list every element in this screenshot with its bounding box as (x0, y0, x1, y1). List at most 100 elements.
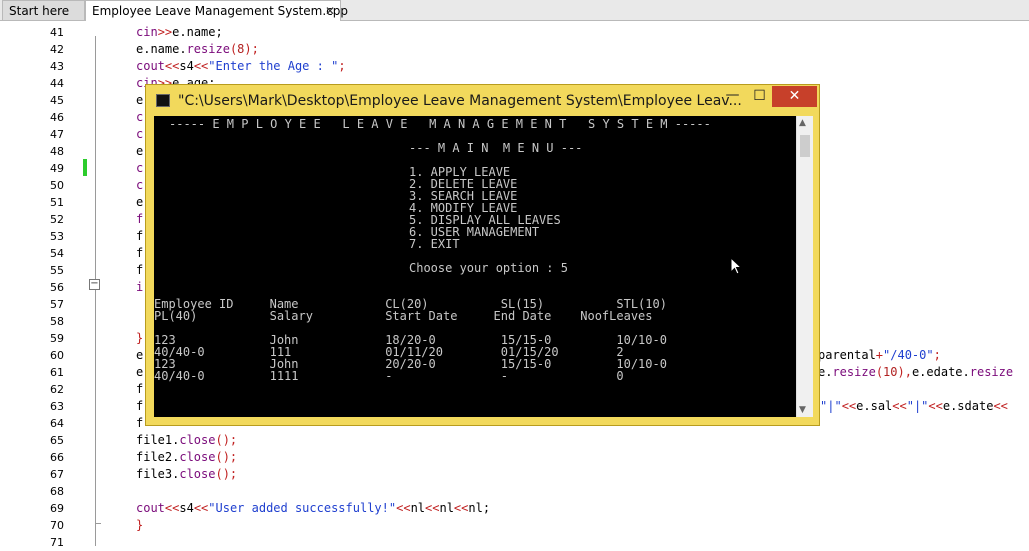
code-line: 41 cin>>e.name; (0, 24, 1029, 41)
code-token: close (179, 433, 216, 447)
code-token: << (892, 399, 907, 413)
code-text: cout<<s4<<"User added successfully!"<<nl… (136, 500, 490, 517)
code-token: f (136, 246, 144, 260)
close-button[interactable]: ✕ (772, 86, 817, 107)
close-tab-icon[interactable]: ✕ (325, 1, 335, 21)
code-token: f (136, 229, 144, 243)
scroll-up-icon[interactable]: ▲ (799, 118, 806, 128)
line-number: 65 (50, 434, 64, 447)
tab-employee-leave-cpp[interactable]: Employee Leave Management System.cpp ✕ (85, 0, 348, 21)
code-token: s4 (179, 501, 194, 515)
code-token: << (164, 59, 180, 73)
line-number: 54 (50, 247, 64, 260)
line-number: 64 (50, 417, 64, 430)
code-token: e.edate. (911, 365, 970, 379)
code-token: ; (933, 348, 941, 362)
minimize-button[interactable]: — (719, 87, 746, 107)
line-number: 68 (50, 485, 64, 498)
line-number: 59 (50, 332, 64, 345)
code-line: 68 (0, 483, 1029, 500)
scroll-down-icon[interactable]: ▼ (799, 405, 806, 415)
code-line: 65 file1.close(); (0, 432, 1029, 449)
code-token: e (136, 144, 144, 158)
console-app-icon (156, 94, 170, 107)
code-text: e (136, 143, 143, 160)
code-text: f (136, 381, 143, 398)
code-token: c (136, 161, 144, 175)
code-line: 71 (0, 534, 1029, 551)
code-token: resize (832, 365, 876, 379)
code-line: 67 file3.close(); (0, 466, 1029, 483)
main-menu-title: --- M A I N M E N U --- (409, 141, 583, 155)
code-text: c (136, 109, 143, 126)
code-token: cout (136, 59, 165, 73)
code-token: c (136, 110, 144, 124)
line-number: 50 (50, 179, 64, 192)
code-token: << (425, 501, 440, 515)
table-row: 40/40-0 1111 - - 0 (154, 369, 624, 383)
tab-start-here[interactable]: Start here (2, 0, 85, 20)
code-token: c (136, 178, 144, 192)
line-number: 42 (50, 43, 64, 56)
code-token: << (928, 399, 943, 413)
code-token: cin (136, 25, 158, 39)
line-number: 57 (50, 298, 64, 311)
code-text: cout<<s4<<"Enter the Age : "; (136, 58, 346, 75)
code-token: nl (410, 501, 426, 515)
code-token: parental (818, 348, 876, 362)
code-token: (); (215, 450, 238, 464)
line-number: 43 (50, 60, 64, 73)
scroll-thumb[interactable] (800, 135, 810, 157)
code-text: f (136, 245, 143, 262)
line-number: 52 (50, 213, 64, 226)
code-token: e (136, 195, 144, 209)
code-token: f (136, 399, 144, 413)
table-header-row-2: PL(40) Salary Start Date End Date NoofLe… (154, 309, 653, 323)
line-number: 56 (50, 281, 64, 294)
console-header: ----- E M P L O Y E E L E A V E M A N A … (169, 117, 711, 131)
code-token: f (136, 382, 144, 396)
code-token: f (136, 263, 144, 277)
code-text: f (136, 228, 143, 245)
console-output: ----- E M P L O Y E E L E A V E M A N A … (154, 116, 796, 417)
code-token: ( (875, 365, 884, 379)
line-number: 60 (50, 349, 64, 362)
code-text: f (136, 262, 143, 279)
line-number: 46 (50, 111, 64, 124)
code-line-fragment: "|"<<e.sal<<"|"<<e.sdate<< (820, 398, 1029, 415)
console-window[interactable]: "C:\Users\Mark\Desktop\Employee Leave Ma… (145, 84, 820, 426)
code-token: } (136, 518, 144, 532)
code-token: + (875, 348, 884, 362)
code-text: e (136, 347, 143, 364)
line-number: 55 (50, 264, 64, 277)
code-token: << (453, 501, 469, 515)
code-token: ), (897, 365, 912, 379)
code-token: "|" (906, 399, 929, 413)
code-line: 69 cout<<s4<<"User added successfully!"<<… (0, 500, 1029, 517)
line-number: 62 (50, 383, 64, 396)
code-token: ; (338, 59, 346, 73)
line-number: 51 (50, 196, 64, 209)
code-token: cout (136, 501, 165, 515)
line-number: 70 (50, 519, 64, 532)
maximize-button[interactable]: ☐ (746, 87, 773, 107)
code-text: } (136, 330, 143, 347)
code-token: nl; (468, 501, 491, 515)
code-text: file3.close(); (136, 466, 237, 483)
code-text: c (136, 160, 143, 177)
code-token: << (396, 501, 411, 515)
code-text: e.name.resize(8); (136, 41, 259, 58)
code-token: (); (215, 433, 238, 447)
line-number: 63 (50, 400, 64, 413)
code-token: file2. (136, 450, 180, 464)
code-line: 66 file2.close(); (0, 449, 1029, 466)
mouse-pointer-icon (730, 257, 743, 275)
code-token: "|" (820, 399, 842, 413)
line-number: 48 (50, 145, 64, 158)
tab-bar: Start here Employee Leave Management Sys… (0, 0, 1029, 21)
code-text: c (136, 126, 143, 143)
code-token: << (193, 501, 209, 515)
console-scrollbar[interactable]: ▲ ▼ (796, 116, 813, 417)
tab-label: Employee Leave Management System.cpp (92, 4, 349, 18)
code-token: << (841, 399, 857, 413)
